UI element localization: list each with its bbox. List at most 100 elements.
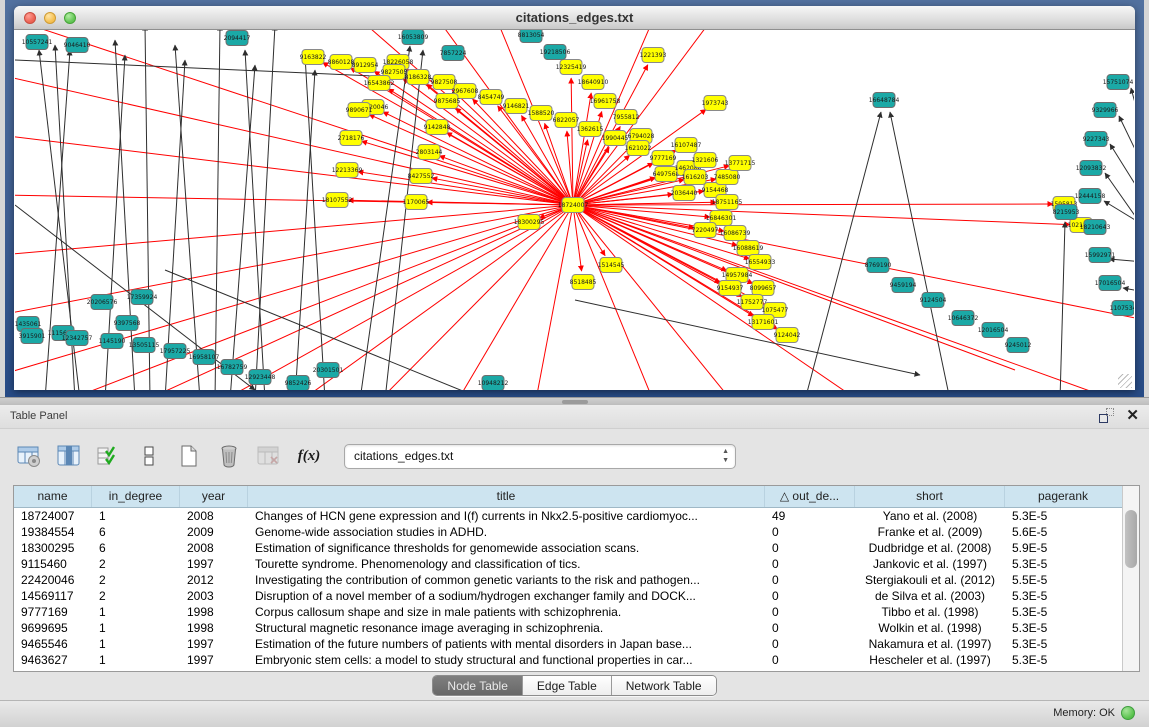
cell-pagerank[interactable]: 5.9E-5 (1005, 540, 1121, 556)
network-node[interactable]: 9397568 (114, 316, 141, 331)
network-node[interactable]: 17957225 (160, 344, 191, 359)
network-node[interactable]: 9890671 (346, 103, 373, 118)
cell-out_degree[interactable]: 0 (765, 588, 855, 604)
cell-title[interactable]: Disruption of a novel member of a sodium… (248, 588, 765, 604)
cell-name[interactable]: 18724007 (14, 508, 92, 524)
column-header-in_degree[interactable]: in_degree (92, 486, 180, 507)
network-node[interactable]: 9142848 (424, 120, 451, 135)
network-node[interactable]: 2036440 (671, 186, 698, 201)
network-node[interactable]: 18640910 (578, 75, 609, 90)
table-row[interactable]: 1456911722003Disruption of a novel membe… (14, 588, 1122, 604)
cell-name[interactable]: 9463627 (14, 652, 92, 668)
cell-out_degree[interactable]: 49 (765, 508, 855, 524)
network-node[interactable]: 8215953 (1053, 205, 1080, 220)
cell-short[interactable]: Tibbo et al. (1998) (855, 604, 1005, 620)
tab-network-table[interactable]: Network Table (612, 676, 716, 695)
cell-short[interactable]: Wolkin et al. (1998) (855, 620, 1005, 636)
network-node[interactable]: 2718176 (338, 131, 365, 146)
network-node[interactable]: 9227343 (1083, 132, 1110, 147)
network-node[interactable]: 9124042 (774, 328, 801, 343)
network-node[interactable]: 18751165 (712, 195, 743, 210)
network-node[interactable]: 16107487 (671, 138, 702, 153)
table-scrollbar-thumb[interactable] (1125, 510, 1137, 568)
cell-year[interactable]: 2009 (180, 524, 248, 540)
network-node[interactable]: 9459194 (890, 278, 917, 293)
row-height-button[interactable] (136, 443, 162, 469)
network-node[interactable]: 10948212 (478, 376, 509, 391)
network-node[interactable]: 1321606 (692, 153, 719, 168)
column-header-short[interactable]: short (855, 486, 1005, 507)
network-node[interactable]: 16961758 (590, 94, 621, 109)
network-node[interactable]: 1973743 (702, 96, 729, 111)
cell-in_degree[interactable]: 1 (92, 652, 180, 668)
close-panel-icon[interactable]: ✕ (1126, 408, 1139, 423)
network-node[interactable]: 7485080 (714, 170, 741, 185)
cell-year[interactable]: 2008 (180, 508, 248, 524)
cell-name[interactable]: 14569117 (14, 588, 92, 604)
column-header-out_degree[interactable]: △ out_de... (765, 486, 855, 507)
network-node[interactable]: 13171601 (748, 315, 779, 330)
network-node[interactable]: 1616203 (682, 170, 709, 185)
network-node[interactable]: 1170065 (403, 195, 430, 210)
cell-pagerank[interactable]: 5.3E-5 (1005, 652, 1121, 668)
network-node[interactable]: 9146821 (503, 99, 530, 114)
cell-in_degree[interactable]: 6 (92, 540, 180, 556)
cell-year[interactable]: 2008 (180, 540, 248, 556)
column-header-title[interactable]: title (248, 486, 765, 507)
cell-pagerank[interactable]: 5.3E-5 (1005, 556, 1121, 572)
cell-in_degree[interactable]: 2 (92, 556, 180, 572)
cell-out_degree[interactable]: 0 (765, 572, 855, 588)
cell-in_degree[interactable]: 2 (92, 572, 180, 588)
cell-out_degree[interactable]: 0 (765, 652, 855, 668)
network-node[interactable]: 12093832 (1076, 161, 1107, 176)
function-builder-button[interactable]: f(x) (296, 443, 322, 469)
cell-short[interactable]: Franke et al. (2009) (855, 524, 1005, 540)
cell-out_degree[interactable]: 0 (765, 636, 855, 652)
cell-title[interactable]: Estimation of significance thresholds fo… (248, 540, 765, 556)
cell-name[interactable]: 9699695 (14, 620, 92, 636)
panel-splitter[interactable] (0, 397, 1149, 405)
cell-short[interactable]: Yano et al. (2008) (855, 508, 1005, 524)
cell-in_degree[interactable]: 1 (92, 508, 180, 524)
network-window-titlebar[interactable]: citations_edges.txt (14, 6, 1135, 30)
cell-name[interactable]: 18300295 (14, 540, 92, 556)
cell-in_degree[interactable]: 2 (92, 588, 180, 604)
network-node[interactable]: 9124504 (920, 293, 947, 308)
network-node[interactable]: 20301501 (313, 363, 344, 378)
cell-short[interactable]: Nakamura et al. (1997) (855, 636, 1005, 652)
table-row[interactable]: 977716911998Corpus callosum shape and si… (14, 604, 1122, 620)
cell-title[interactable]: Corpus callosum shape and size in male p… (248, 604, 765, 620)
cell-short[interactable]: Stergiakouli et al. (2012) (855, 572, 1005, 588)
table-scrollbar[interactable] (1122, 486, 1139, 671)
network-node[interactable]: 1107534 (1110, 301, 1134, 316)
network-node[interactable]: 9329966 (1092, 103, 1119, 118)
table-selector-dropdown[interactable]: citations_edges.txt ▲▼ (344, 444, 736, 469)
float-panel-icon[interactable] (1099, 408, 1114, 423)
network-node[interactable]: 18300295 (514, 215, 545, 230)
network-node[interactable]: 6822057 (553, 113, 580, 128)
network-node[interactable]: 7955812 (613, 110, 640, 125)
table-row[interactable]: 946554611997Estimation of the future num… (14, 636, 1122, 652)
cell-year[interactable]: 1998 (180, 620, 248, 636)
cell-title[interactable]: Estimation of the future numbers of pati… (248, 636, 765, 652)
cell-out_degree[interactable]: 0 (765, 620, 855, 636)
network-node[interactable]: 19218506 (540, 45, 571, 60)
cell-short[interactable]: Jankovic et al. (1997) (855, 556, 1005, 572)
network-node[interactable]: 9046410 (64, 38, 91, 53)
cell-pagerank[interactable]: 5.3E-5 (1005, 620, 1121, 636)
network-node[interactable]: 9875685 (434, 94, 461, 109)
cell-short[interactable]: Dudbridge et al. (2008) (855, 540, 1005, 556)
cell-name[interactable]: 9115460 (14, 556, 92, 572)
network-node[interactable]: 17359924 (127, 290, 158, 305)
table-row[interactable]: 1938455462009Genome-wide association stu… (14, 524, 1122, 540)
cell-pagerank[interactable]: 5.3E-5 (1005, 636, 1121, 652)
new-table-button[interactable] (176, 443, 202, 469)
cell-pagerank[interactable]: 5.3E-5 (1005, 508, 1121, 524)
tab-node-table[interactable]: Node Table (433, 676, 523, 695)
network-node[interactable]: 9245012 (1005, 338, 1032, 353)
network-node[interactable]: 8813054 (518, 30, 545, 43)
network-node[interactable]: 8454749 (478, 90, 505, 105)
cell-in_degree[interactable]: 1 (92, 604, 180, 620)
network-node[interactable]: 12923448 (245, 370, 276, 385)
cell-name[interactable]: 9777169 (14, 604, 92, 620)
